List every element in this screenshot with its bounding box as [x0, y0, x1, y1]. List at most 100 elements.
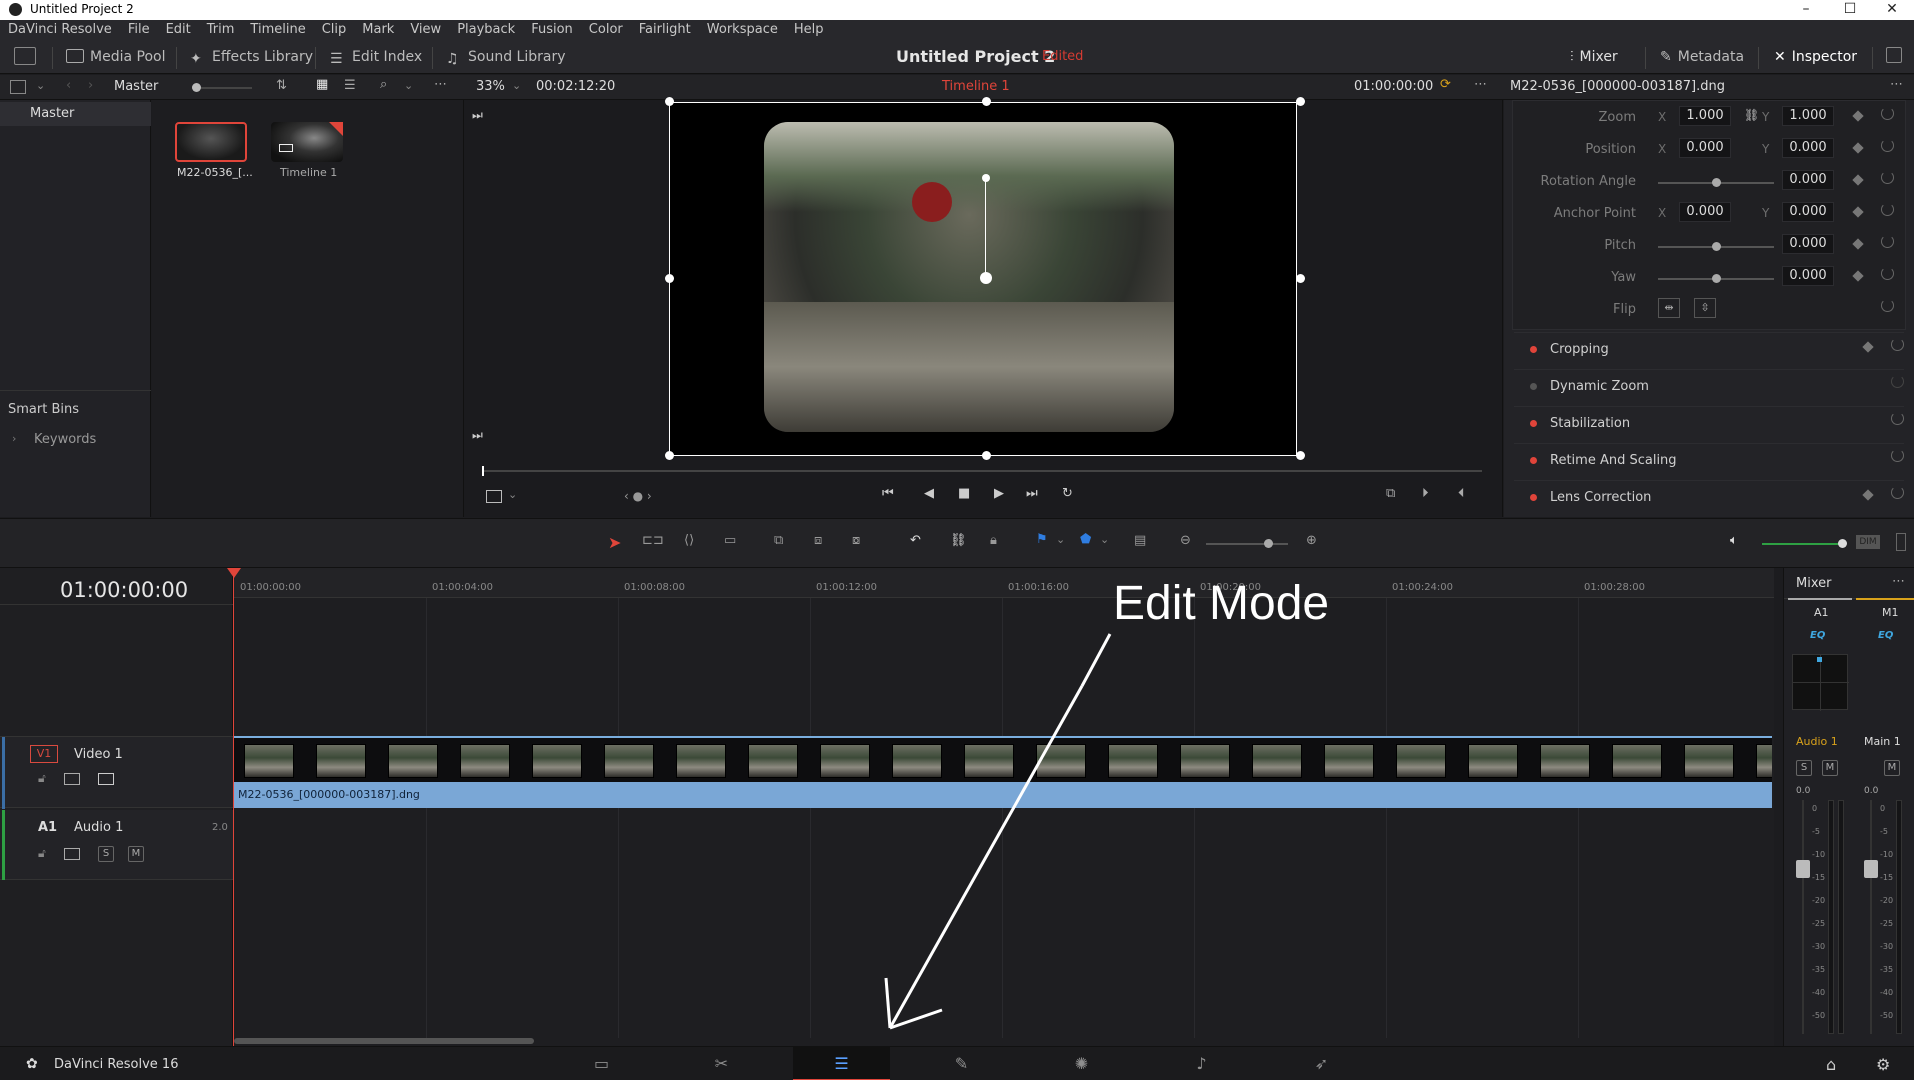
play-icon[interactable]: ▶ — [994, 486, 1004, 501]
meters-toggle-icon[interactable] — [1896, 533, 1906, 551]
menu-davinci-resolve[interactable]: DaVinci Resolve — [0, 20, 120, 40]
bin-master[interactable]: Master — [0, 102, 151, 126]
keyframe-icon[interactable] — [1852, 142, 1864, 154]
menu-color[interactable]: Color — [581, 20, 631, 40]
mark-out-icon[interactable]: ⏴ — [1458, 486, 1465, 501]
home-icon[interactable]: ⌂ — [1826, 1055, 1836, 1074]
timeline-thumbnail[interactable] — [271, 122, 343, 162]
search-icon[interactable]: ⌕ — [380, 77, 387, 92]
reset-icon[interactable] — [1881, 235, 1894, 248]
transform-handle[interactable] — [665, 451, 674, 460]
timeline-view-options-icon[interactable]: ▤ — [1134, 533, 1146, 548]
track-visibility-icon[interactable] — [98, 773, 114, 785]
thumbnail-size-slider[interactable] — [192, 83, 252, 92]
enable-toggle-icon[interactable] — [1530, 457, 1537, 464]
reset-icon[interactable] — [1891, 338, 1904, 351]
channel-fader[interactable] — [1796, 860, 1810, 878]
keyframe-icon[interactable] — [1862, 341, 1874, 353]
reset-icon[interactable] — [1891, 375, 1904, 388]
search-options-chevron-icon[interactable]: ⌄ — [404, 79, 413, 92]
list-view-icon[interactable]: ☰ — [344, 78, 356, 93]
inspector-button[interactable]: ✕ Inspector — [1774, 47, 1857, 67]
menu-fairlight[interactable]: Fairlight — [631, 20, 699, 40]
cut-page-button[interactable]: ✂︎ — [673, 1047, 770, 1080]
fusion-page-button[interactable]: ✎ — [913, 1047, 1010, 1080]
media-pool-button[interactable]: Media Pool — [66, 47, 165, 67]
previous-edit-icon[interactable]: ⏭ — [472, 428, 483, 443]
track-lock-icon[interactable]: 🔓︎ — [38, 771, 46, 786]
eq-button[interactable]: EQ — [1810, 630, 1825, 641]
overwrite-clip-icon[interactable]: ⧈ — [814, 533, 822, 548]
keyframe-icon[interactable] — [1852, 174, 1864, 186]
smart-bin-keywords[interactable]: Keywords — [34, 432, 96, 447]
video-track-header[interactable]: V1 Video 1 🔓︎ — [0, 736, 233, 809]
more-options-icon[interactable]: ⋯ — [434, 77, 447, 92]
pan-position-icon[interactable] — [1817, 657, 1822, 662]
chevron-down-icon[interactable]: ⌄ — [36, 79, 45, 92]
maximize-button[interactable]: ☐ — [1828, 0, 1872, 20]
play-reverse-icon[interactable]: ◀ — [924, 486, 934, 501]
minimize-button[interactable]: – — [1784, 0, 1828, 20]
viewer-zoom[interactable]: 33% — [476, 79, 505, 94]
yaw-field[interactable]: 0.000 — [1782, 266, 1834, 286]
mute-button[interactable]: M — [1822, 760, 1838, 776]
marker-chevron-icon[interactable]: ⌄ — [1100, 533, 1109, 546]
menu-help[interactable]: Help — [786, 20, 832, 40]
enable-toggle-icon[interactable] — [1530, 383, 1537, 390]
keyframe-icon[interactable] — [1852, 110, 1864, 122]
reset-icon[interactable] — [1881, 107, 1894, 120]
menu-trim[interactable]: Trim — [199, 20, 243, 40]
transform-handle[interactable] — [982, 451, 991, 460]
zoom-y-field[interactable]: 1.000 — [1782, 106, 1834, 126]
stabilization-section[interactable]: Stabilization — [1514, 406, 1904, 440]
solo-button[interactable]: S — [98, 846, 114, 862]
go-to-end-icon[interactable]: ⏭ — [1026, 486, 1038, 501]
dim-button[interactable]: DIM — [1856, 535, 1880, 549]
sync-icon[interactable]: ⟳ — [1440, 77, 1451, 92]
reset-icon[interactable] — [1891, 449, 1904, 462]
rotation-field[interactable]: 0.000 — [1782, 170, 1834, 190]
reset-icon[interactable] — [1881, 299, 1894, 312]
timeline-name[interactable]: Timeline 1 — [942, 79, 1010, 94]
go-to-start-icon[interactable]: ⏮ — [882, 486, 894, 501]
yaw-slider[interactable] — [1658, 274, 1774, 283]
marker-icon[interactable]: ⬟ — [1080, 532, 1091, 547]
viewer-options-icon[interactable]: ⋯ — [1474, 77, 1487, 92]
inspector-options-icon[interactable]: ⋯ — [1890, 77, 1903, 92]
transform-handle[interactable] — [1296, 451, 1305, 460]
flag-chevron-icon[interactable]: ⌄ — [1056, 533, 1065, 546]
flag-icon[interactable]: ⚑ — [1036, 532, 1048, 547]
auto-select-icon[interactable] — [64, 848, 80, 860]
edit-index-button[interactable]: ☰ Edit Index — [330, 47, 422, 67]
menu-view[interactable]: View — [402, 20, 449, 40]
mark-in-icon[interactable]: ⏵ — [1422, 486, 1429, 501]
volume-icon[interactable]: 🔈︎ — [1730, 533, 1738, 548]
track-lock-icon[interactable]: 🔓︎ — [38, 846, 46, 861]
transform-handle[interactable] — [1296, 274, 1305, 283]
collapse-toolbar-icon[interactable] — [14, 47, 36, 65]
keyframe-icon[interactable] — [1852, 206, 1864, 218]
mute-button[interactable]: M — [128, 846, 144, 862]
keyframe-icon[interactable] — [1862, 489, 1874, 501]
stop-icon[interactable]: ■ — [958, 486, 970, 501]
mode-chevron-icon[interactable]: ⌄ — [508, 488, 517, 501]
dynamic-trim-icon[interactable]: ⟨⟩ — [684, 533, 694, 548]
deliver-page-button[interactable]: ➶ — [1273, 1047, 1370, 1080]
expand-chevron-icon[interactable]: › — [12, 432, 16, 445]
menu-file[interactable]: File — [120, 20, 158, 40]
position-lock-icon[interactable]: 🔒︎ — [990, 533, 997, 548]
pan-control[interactable] — [1792, 654, 1849, 711]
timeline-area[interactable]: 01:00:00:00 01:00:04:00 01:00:08:00 01:0… — [227, 568, 1774, 1046]
rotation-handle[interactable] — [982, 174, 990, 182]
loop-icon[interactable]: ↻ — [1062, 486, 1073, 501]
dynamic-zoom-section[interactable]: Dynamic Zoom — [1514, 369, 1904, 403]
forward-arrow-icon[interactable]: › — [88, 78, 93, 93]
solo-button[interactable]: S — [1796, 760, 1812, 776]
mixer-options-icon[interactable]: ⋯ — [1892, 574, 1905, 589]
reset-icon[interactable] — [1881, 267, 1894, 280]
enable-toggle-icon[interactable] — [1530, 346, 1537, 353]
enable-toggle-icon[interactable] — [1530, 420, 1537, 427]
audio-track-header[interactable]: A1 Audio 1 2.0 🔓︎ S M — [0, 810, 233, 880]
playhead-icon[interactable] — [227, 568, 241, 578]
anchor-x-field[interactable]: 0.000 — [1679, 202, 1731, 222]
